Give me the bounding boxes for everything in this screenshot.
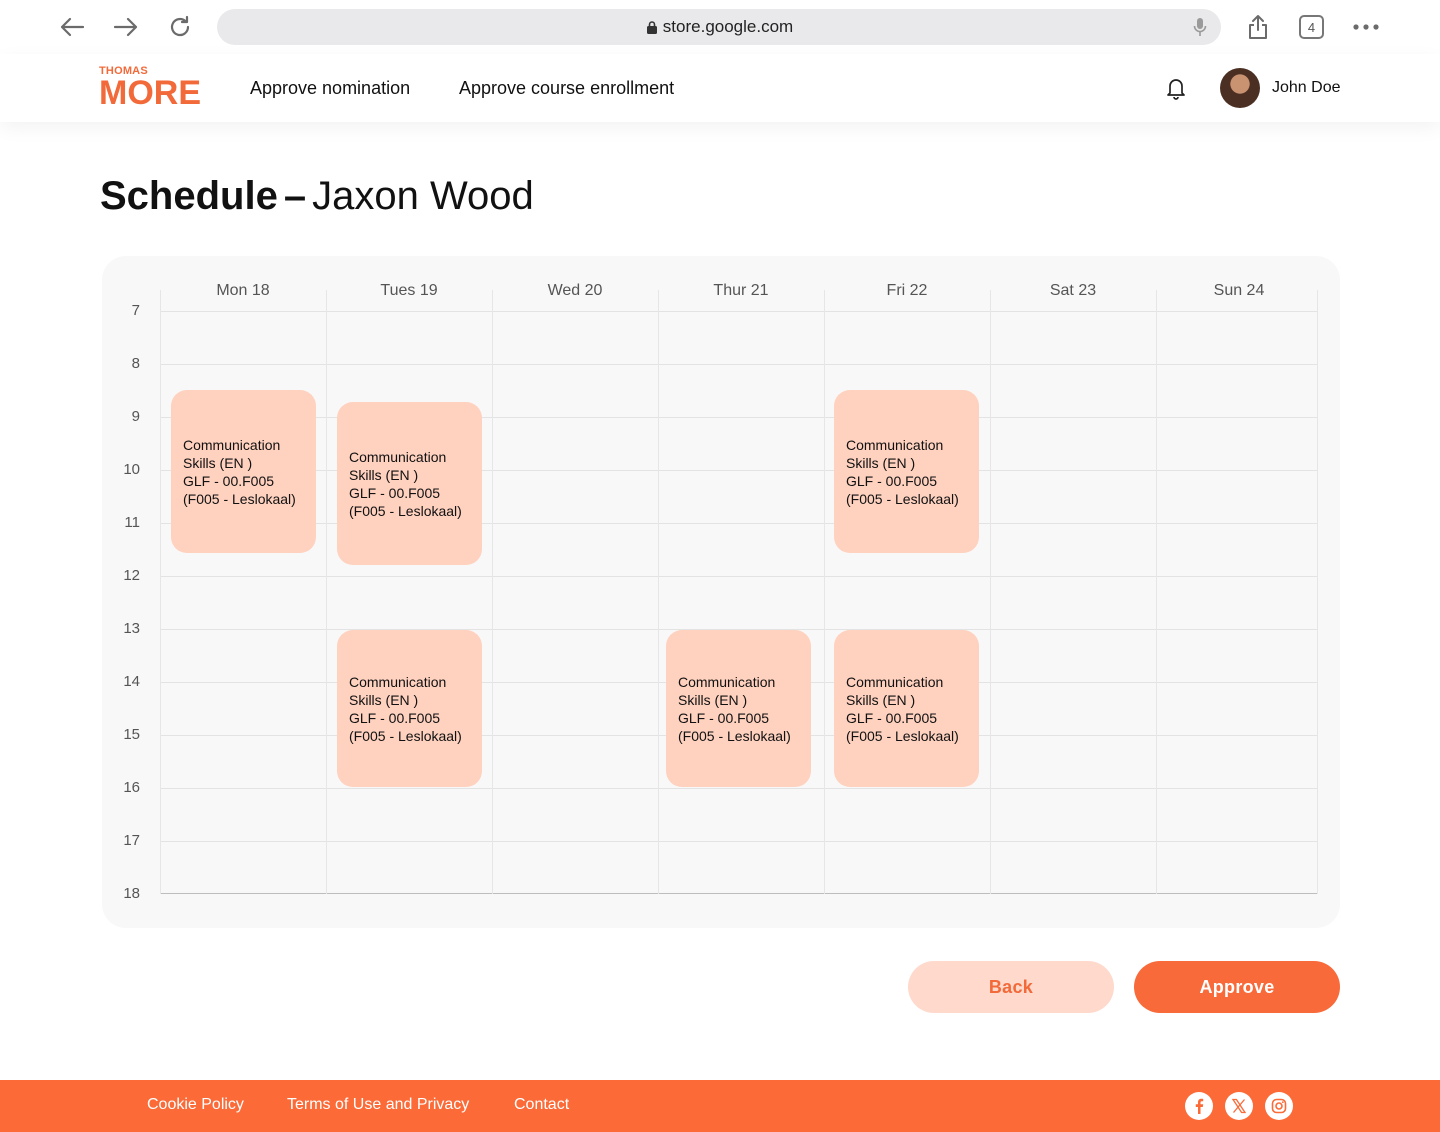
day-header: Thur 21 — [713, 282, 769, 299]
footer-link-contact[interactable]: Contact — [514, 1096, 569, 1114]
instagram-icon[interactable] — [1265, 1092, 1293, 1120]
logo-bottom: MORE — [99, 74, 201, 112]
day-header: Mon 18 — [216, 282, 270, 299]
address-bar[interactable]: store.google.com — [217, 9, 1221, 45]
grid-line — [160, 417, 1317, 418]
event-location: GLF - 00.F005 — [846, 472, 938, 489]
day-header: Fri 22 — [886, 282, 928, 299]
app-header: THOMAS MORE Approve nomination Approve c… — [0, 54, 1440, 122]
day-header: Wed 20 — [547, 282, 603, 299]
grid-column-line — [824, 290, 825, 894]
event-language: Skills (EN ) — [183, 454, 253, 471]
day-header: Sun 24 — [1213, 282, 1265, 299]
event-location: GLF - 00.F005 — [678, 709, 770, 726]
grid-line — [160, 841, 1317, 842]
reload-icon[interactable] — [165, 12, 195, 42]
grid-column-line — [990, 290, 991, 894]
grid-line — [160, 364, 1317, 365]
event-location: GLF - 00.F005 — [183, 472, 275, 489]
event-title: Communication — [349, 448, 447, 465]
event-room: (F005 - Leslokaal) — [846, 727, 959, 744]
grid-column-line — [1317, 290, 1318, 894]
hour-label: 16 — [123, 779, 140, 796]
approve-button[interactable]: Approve — [1134, 961, 1340, 1013]
hour-label: 15 — [123, 726, 140, 743]
event-language: Skills (EN ) — [678, 691, 748, 708]
user-name[interactable]: John Doe — [1272, 79, 1341, 97]
nav-approve-nomination[interactable]: Approve nomination — [250, 78, 410, 99]
calendar-grid — [160, 311, 1317, 894]
hour-label: 14 — [123, 673, 140, 690]
page-title: Schedule – Jaxon Wood — [100, 174, 534, 219]
calendar-event[interactable]: Communication Skills (EN ) GLF - 00.F005… — [666, 630, 811, 787]
event-language: Skills (EN ) — [349, 691, 419, 708]
calendar-event[interactable]: Communication Skills (EN ) GLF - 00.F005… — [834, 630, 979, 787]
url-text: store.google.com — [662, 17, 794, 36]
grid-line — [160, 576, 1317, 577]
grid-column-line — [1156, 290, 1157, 894]
lock-icon — [646, 21, 657, 34]
event-location: GLF - 00.F005 — [846, 709, 938, 726]
back-arrow-icon[interactable] — [57, 12, 87, 42]
forward-arrow-icon[interactable] — [111, 12, 141, 42]
nav-approve-course-enrollment[interactable]: Approve course enrollment — [459, 78, 674, 99]
hour-label: 7 — [131, 302, 140, 319]
footer-link-terms[interactable]: Terms of Use and Privacy — [287, 1096, 469, 1114]
hour-label: 13 — [123, 620, 140, 637]
calendar-event[interactable]: Communication Skills (EN ) GLF - 00.F005… — [834, 390, 979, 553]
event-title: Communication — [846, 673, 944, 690]
grid-line — [160, 788, 1317, 789]
footer: Cookie Policy Terms of Use and Privacy C… — [0, 1080, 1440, 1132]
grid-column-line — [326, 290, 327, 894]
event-title: Communication — [678, 673, 776, 690]
event-title: Communication — [846, 436, 944, 453]
avatar[interactable] — [1220, 68, 1260, 108]
hour-label: 17 — [123, 832, 140, 849]
thomas-more-logo[interactable]: THOMAS MORE — [99, 66, 201, 112]
hour-label: 18 — [123, 885, 140, 902]
event-room: (F005 - Leslokaal) — [846, 490, 959, 507]
title-separator: – — [283, 174, 307, 218]
facebook-icon[interactable] — [1185, 1092, 1213, 1120]
event-language: Skills (EN ) — [846, 691, 916, 708]
event-room: (F005 - Leslokaal) — [678, 727, 791, 744]
more-icon[interactable] — [1351, 12, 1381, 42]
day-header: Sat 23 — [1049, 282, 1097, 299]
event-language: Skills (EN ) — [349, 466, 419, 483]
hour-label: 10 — [123, 461, 140, 478]
day-header: Tues 19 — [380, 282, 438, 299]
back-button[interactable]: Back — [908, 961, 1114, 1013]
title-bold: Schedule — [100, 174, 278, 218]
event-room: (F005 - Leslokaal) — [183, 490, 296, 507]
hour-label: 11 — [124, 514, 140, 531]
bell-icon[interactable] — [1165, 76, 1187, 105]
grid-line — [160, 523, 1317, 524]
browser-toolbar: store.google.com 4 — [0, 0, 1440, 54]
calendar-event[interactable]: Communication Skills (EN ) GLF - 00.F005… — [337, 630, 482, 787]
event-room: (F005 - Leslokaal) — [349, 502, 462, 519]
tabs-icon[interactable]: 4 — [1299, 15, 1324, 39]
x-icon[interactable] — [1225, 1092, 1253, 1120]
title-name: Jaxon Wood — [312, 174, 534, 218]
share-icon[interactable] — [1243, 12, 1273, 42]
grid-column-line — [492, 290, 493, 894]
calendar-event[interactable]: Communication Skills (EN ) GLF - 00.F005… — [171, 390, 316, 553]
event-location: GLF - 00.F005 — [349, 709, 441, 726]
event-room: (F005 - Leslokaal) — [349, 727, 462, 744]
hour-label: 8 — [131, 355, 140, 372]
event-title: Communication — [349, 673, 447, 690]
event-title: Communication — [183, 436, 281, 453]
event-location: GLF - 00.F005 — [349, 484, 441, 501]
grid-column-line — [160, 290, 161, 894]
footer-link-cookie-policy[interactable]: Cookie Policy — [147, 1096, 244, 1114]
hour-label: 12 — [123, 567, 140, 584]
mic-icon[interactable] — [1193, 17, 1207, 37]
grid-line — [160, 311, 1317, 312]
grid-column-line — [658, 290, 659, 894]
calendar-event[interactable]: Communication Skills (EN ) GLF - 00.F005… — [337, 402, 482, 565]
hour-label: 9 — [131, 408, 140, 425]
grid-line — [160, 470, 1317, 471]
event-language: Skills (EN ) — [846, 454, 916, 471]
